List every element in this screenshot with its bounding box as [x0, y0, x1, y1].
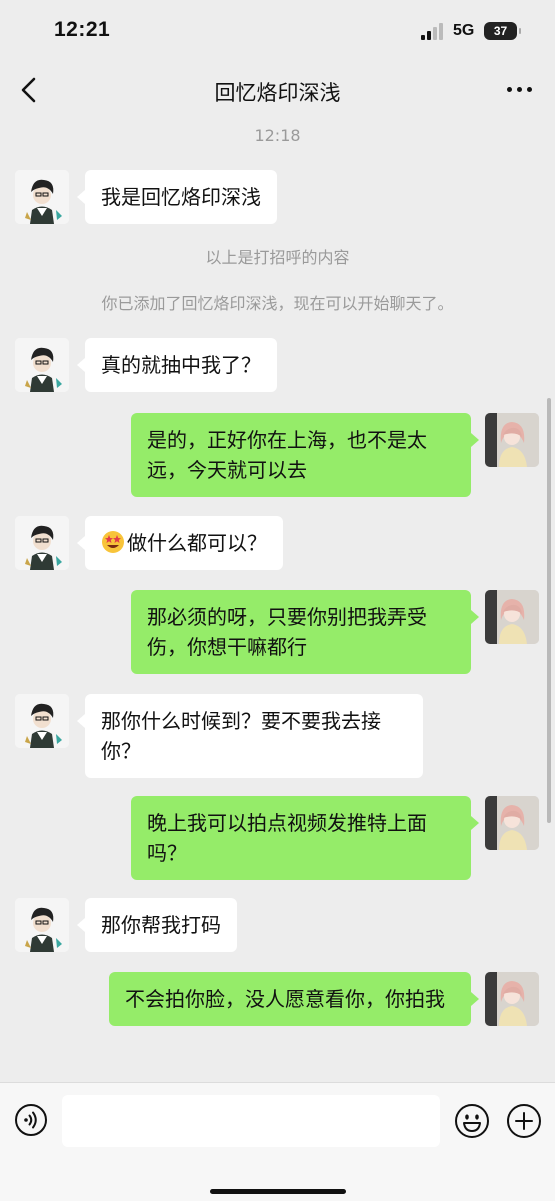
avatar-image: [485, 972, 539, 1026]
network-type: 5G: [453, 22, 475, 39]
voice-button[interactable]: [14, 1103, 48, 1137]
message-bubble-sent[interactable]: 那必须的呀，只要你别把我弄受伤，你想干嘛都行: [131, 590, 479, 674]
emoji-button[interactable]: [454, 1103, 490, 1139]
system-message: 你已添加了回忆烙印深浅，现在可以开始聊天了。: [101, 294, 454, 313]
avatar-image: [15, 898, 69, 952]
user-avatar[interactable]: [485, 796, 539, 850]
status-time: 12:21: [54, 18, 111, 41]
message-bubble-sent[interactable]: 不会拍你脸，没人愿意看你，你拍我: [109, 972, 479, 1026]
contact-avatar[interactable]: [15, 338, 69, 392]
message-bubble-sent[interactable]: 晚上我可以拍点视频发推特上面吗？: [131, 796, 479, 880]
voice-icon: [15, 1104, 47, 1136]
chat-timestamp: 12:18: [254, 126, 301, 145]
contact-avatar[interactable]: [15, 898, 69, 952]
home-indicator: [210, 1189, 346, 1194]
avatar-image: [15, 170, 69, 224]
chat-title: 回忆烙印深浅: [214, 81, 341, 105]
contact-avatar[interactable]: [15, 516, 69, 570]
message-bubble-received[interactable]: 那你什么时候到？要不要我去接你？: [77, 694, 423, 778]
battery-icon: 37: [484, 22, 521, 40]
emoji-smile-icon: [455, 1104, 489, 1138]
user-avatar[interactable]: [485, 413, 539, 467]
more-button[interactable]: [502, 79, 536, 99]
chat-header: 回忆烙印深浅: [0, 60, 555, 120]
battery-level: 37: [493, 24, 508, 38]
message-input[interactable]: [62, 1095, 440, 1147]
chat-scrollbar[interactable]: [547, 398, 551, 823]
message-bubble-sent[interactable]: 是的，正好你在上海，也不是太远，今天就可以去: [131, 413, 479, 497]
avatar-image: [485, 796, 539, 850]
user-avatar[interactable]: [485, 972, 539, 1026]
message-bubble-received[interactable]: 真的就抽中我了？: [77, 338, 277, 392]
system-message: 以上是打招呼的内容: [205, 248, 350, 267]
more-functions-button[interactable]: [506, 1103, 542, 1139]
message-text: 做什么都可以？: [127, 531, 267, 555]
star-struck-emoji: [102, 531, 124, 553]
message-input-bar: [0, 1082, 555, 1201]
message-text: 晚上我可以拍点视频发推特上面吗？: [147, 811, 427, 865]
message-text: 那你帮我打码: [101, 913, 221, 937]
user-avatar[interactable]: [485, 590, 539, 644]
message-text: 不会拍你脸，没人愿意看你，你拍我: [125, 987, 445, 1011]
avatar-image: [15, 516, 69, 570]
message-text: 是的，正好你在上海，也不是太远，今天就可以去: [147, 428, 427, 482]
contact-avatar[interactable]: [15, 170, 69, 224]
message-bubble-received[interactable]: 我是回忆烙印深浅: [77, 170, 277, 224]
status-bar: 12:21 5G 37: [0, 0, 555, 60]
message-bubble-received[interactable]: 做什么都可以？: [77, 516, 283, 570]
message-bubble-received[interactable]: 那你帮我打码: [77, 898, 237, 952]
avatar-image: [485, 590, 539, 644]
more-dots-icon: [507, 87, 512, 92]
message-text: 真的就抽中我了？: [101, 353, 261, 377]
avatar-image: [485, 413, 539, 467]
signal-icon: [421, 23, 445, 40]
message-text: 我是回忆烙印深浅: [101, 185, 261, 209]
message-text: 那必须的呀，只要你别把我弄受伤，你想干嘛都行: [147, 605, 427, 659]
avatar-image: [15, 338, 69, 392]
contact-avatar[interactable]: [15, 694, 69, 748]
plus-icon: [507, 1104, 541, 1138]
avatar-image: [15, 694, 69, 748]
message-text: 那你什么时候到？要不要我去接你？: [101, 709, 381, 763]
